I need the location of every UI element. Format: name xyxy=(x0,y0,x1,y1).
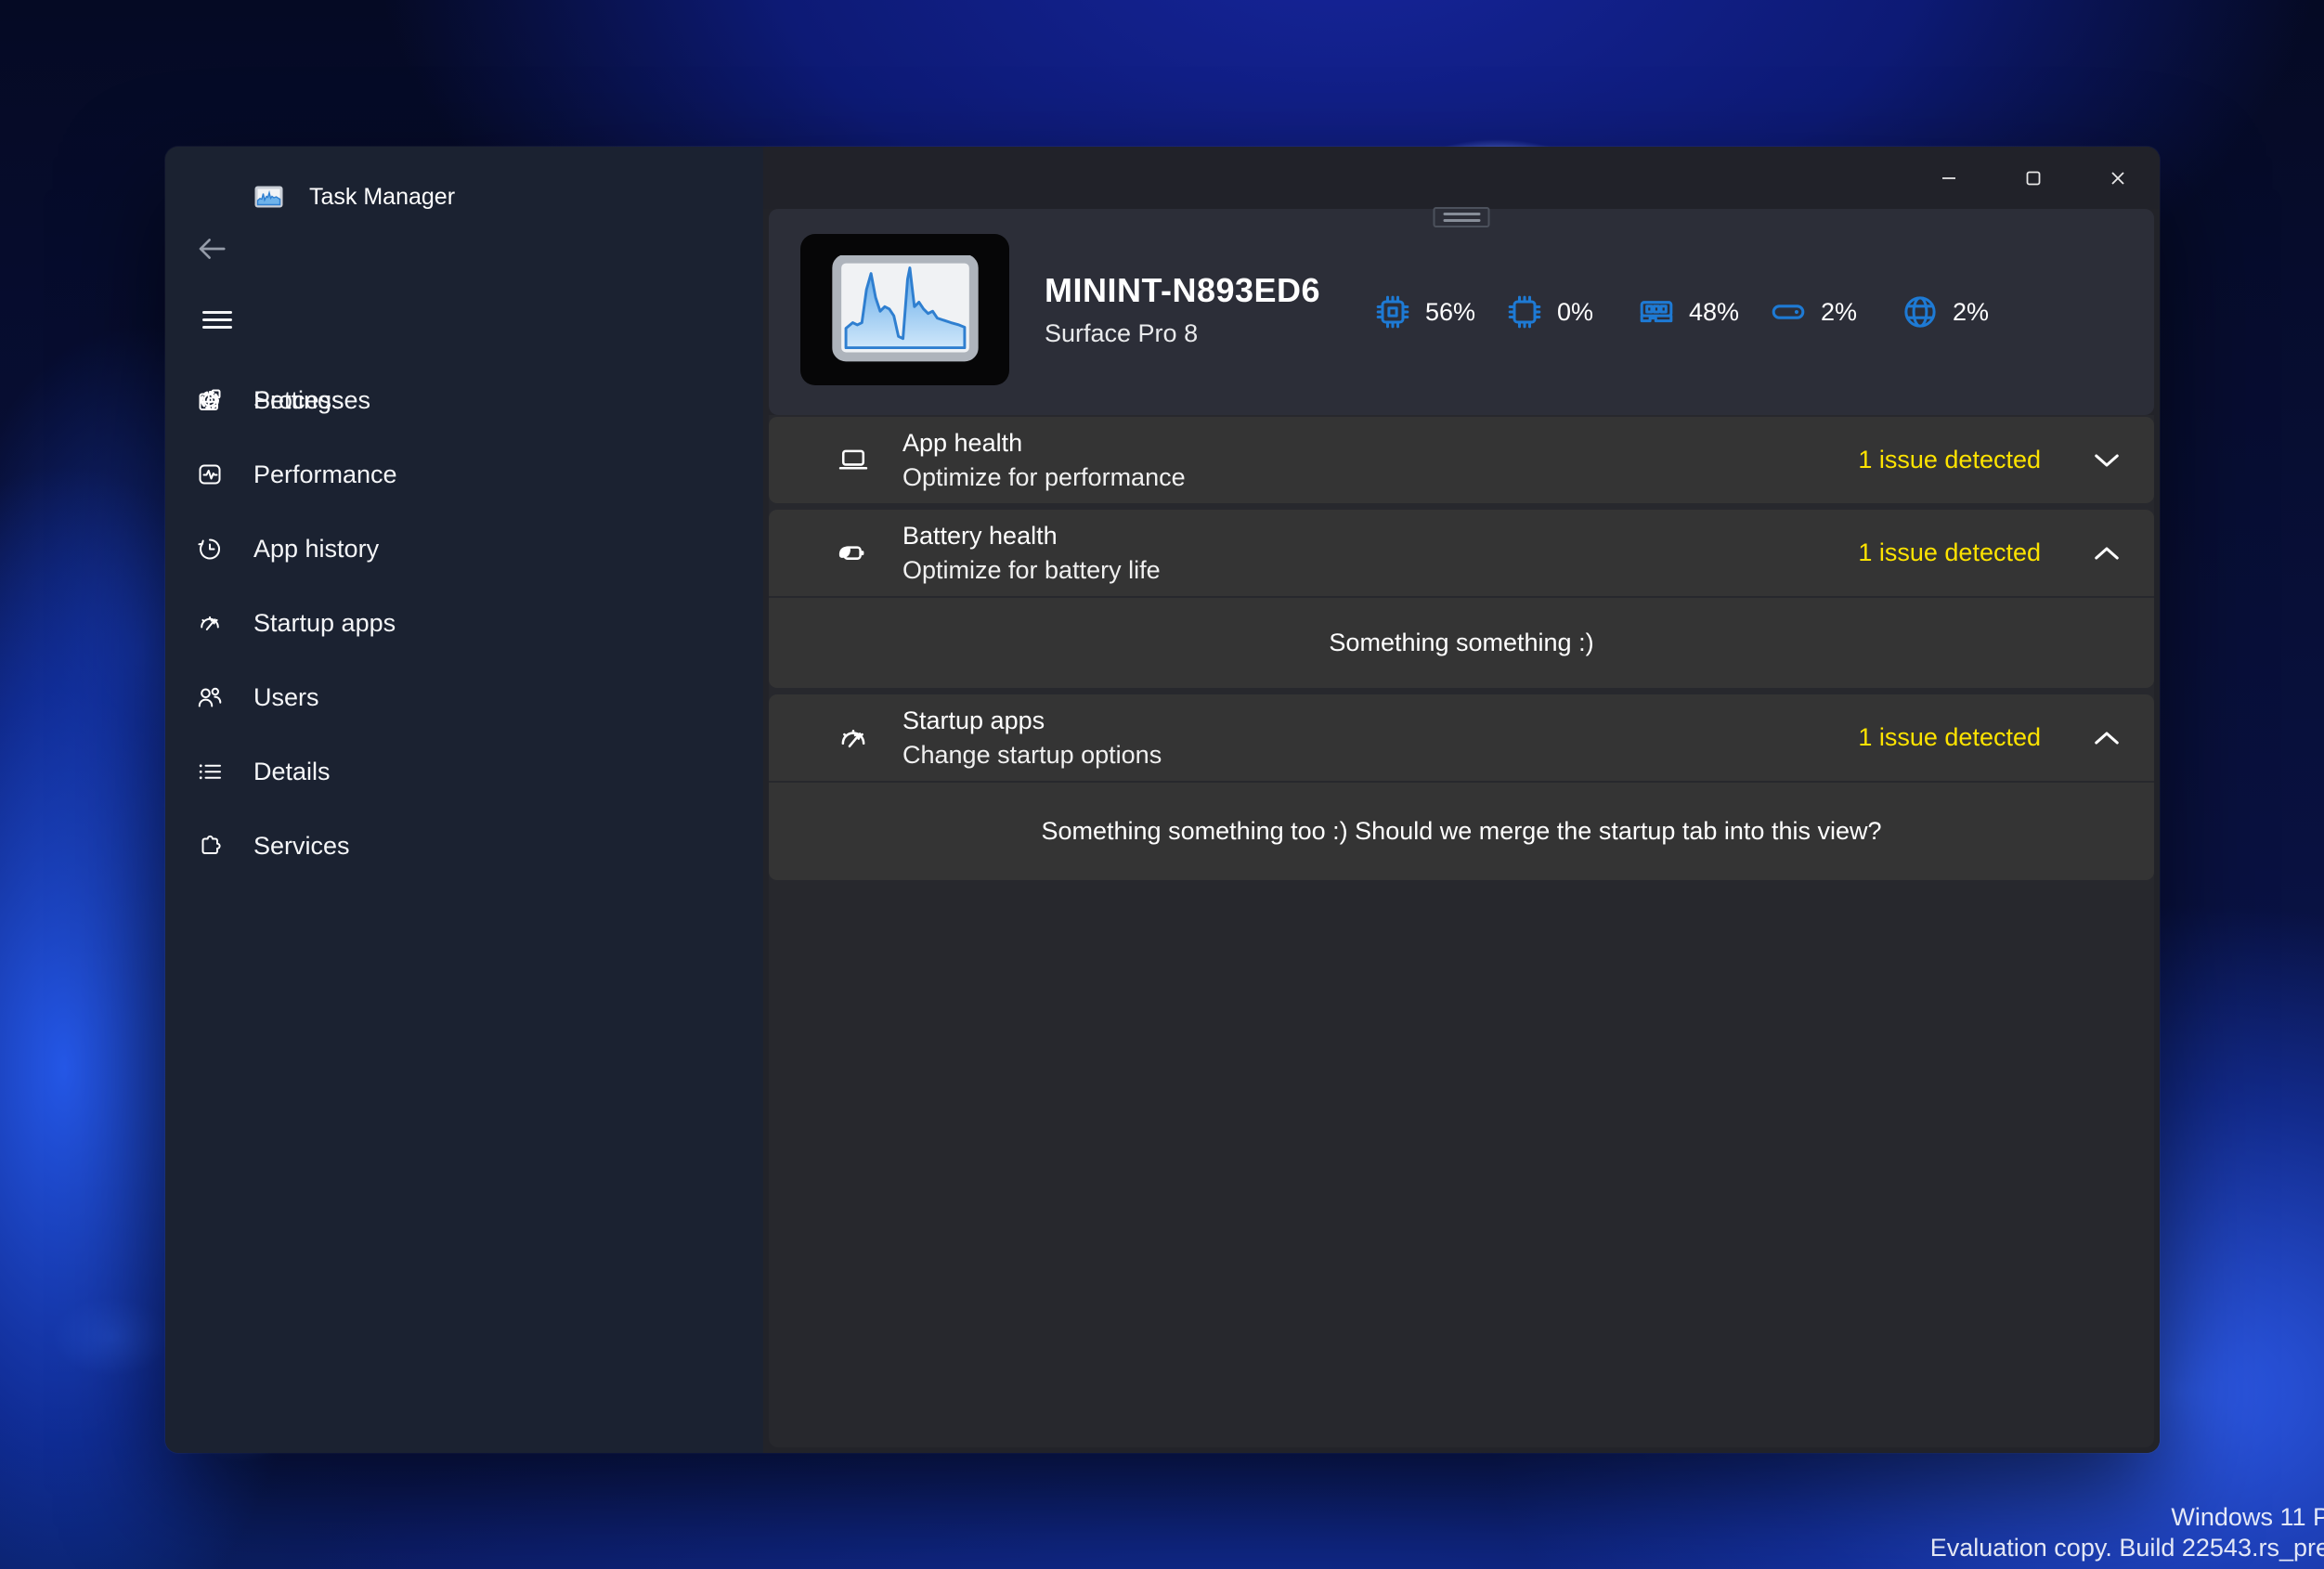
chevron-up-icon[interactable] xyxy=(2093,545,2121,562)
task-manager-window: Task Manager xyxy=(165,147,2160,1453)
close-button[interactable] xyxy=(2075,147,2160,209)
resource-stats: 56% 0% xyxy=(1372,209,2032,415)
battery-saver-icon xyxy=(836,536,871,571)
battery-health-detail: Something something :) xyxy=(769,596,2154,688)
gpu-stat: 0% xyxy=(1504,292,1636,332)
startup-apps-card: Startup apps Change startup options 1 is… xyxy=(769,694,2154,880)
card-right: 1 issue detected xyxy=(1858,510,2121,596)
device-text: MININT-N893ED6 Surface Pro 8 xyxy=(1045,271,1320,348)
battery-health-card: Battery health Optimize for battery life… xyxy=(769,510,2154,688)
sidebar-item-settings[interactable]: Settings xyxy=(165,363,763,437)
cpu-stat: 56% xyxy=(1372,292,1504,332)
health-page: App health Optimize for performance 1 is… xyxy=(769,415,2154,1447)
gpu-icon xyxy=(1504,292,1545,332)
battery-health-header[interactable]: Battery health Optimize for battery life… xyxy=(769,510,2154,596)
hamburger-menu-icon[interactable] xyxy=(202,311,232,333)
watermark-line2: Evaluation copy. Build 22543.rs_pre xyxy=(1930,1533,2324,1563)
card-title: App health xyxy=(902,426,1186,460)
app-health-header[interactable]: App health Optimize for performance 1 is… xyxy=(769,417,2154,503)
task-manager-graph-icon xyxy=(831,255,980,365)
evaluation-watermark: Windows 11 P Evaluation copy. Build 2254… xyxy=(1930,1502,2324,1563)
laptop-icon xyxy=(836,443,871,478)
maximize-button[interactable] xyxy=(1991,147,2075,209)
card-title: Startup apps xyxy=(902,704,1162,738)
startup-apps-header[interactable]: Startup apps Change startup options 1 is… xyxy=(769,694,2154,781)
device-header: MININT-N893ED6 Surface Pro 8 xyxy=(769,209,2154,415)
cpu-value: 56% xyxy=(1425,298,1475,327)
close-icon xyxy=(2110,171,2125,186)
network-value: 2% xyxy=(1953,298,1989,327)
memory-stat: 48% xyxy=(1636,292,1768,332)
gear-icon xyxy=(196,386,224,414)
battery-health-detail-text: Something something :) xyxy=(1329,629,1593,657)
device-row: MININT-N893ED6 Surface Pro 8 xyxy=(800,234,1320,385)
sidebar: Task Manager xyxy=(165,147,763,1453)
back-arrow-icon[interactable] xyxy=(195,232,228,266)
startup-gauge-icon xyxy=(836,720,871,756)
app-brand: Task Manager xyxy=(253,184,455,211)
startup-apps-detail: Something something too :) Should we mer… xyxy=(769,781,2154,880)
issue-status-badge: 1 issue detected xyxy=(1858,538,2041,567)
window-controls xyxy=(1906,147,2160,209)
app-title: Task Manager xyxy=(309,184,455,211)
issue-status-badge: 1 issue detected xyxy=(1858,723,2041,752)
card-text: Startup apps Change startup options xyxy=(902,704,1162,772)
task-manager-logo-icon xyxy=(253,185,284,210)
titlebar[interactable] xyxy=(763,147,2160,209)
startup-apps-detail-text: Something something too :) Should we mer… xyxy=(1041,817,1881,846)
disk-icon xyxy=(1768,292,1809,332)
card-title: Battery health xyxy=(902,519,1161,553)
card-subtitle: Optimize for performance xyxy=(902,460,1186,495)
card-subtitle: Change startup options xyxy=(902,738,1162,772)
card-subtitle: Optimize for battery life xyxy=(902,553,1161,588)
card-right: 1 issue detected xyxy=(1858,417,2121,503)
sidebar-item-label: Settings xyxy=(253,386,344,415)
drag-handle[interactable] xyxy=(1434,207,1490,227)
card-right: 1 issue detected xyxy=(1858,694,2121,781)
cpu-icon xyxy=(1372,292,1413,332)
desktop: Task Manager xyxy=(0,0,2324,1569)
network-globe-icon xyxy=(1900,292,1941,332)
chevron-down-icon[interactable] xyxy=(2093,452,2121,469)
issue-status-badge: 1 issue detected xyxy=(1858,446,2041,474)
card-text: Battery health Optimize for battery life xyxy=(902,519,1161,588)
network-stat: 2% xyxy=(1900,292,2032,332)
device-thumbnail xyxy=(800,234,1009,385)
app-health-card: App health Optimize for performance 1 is… xyxy=(769,417,2154,503)
card-text: App health Optimize for performance xyxy=(902,426,1186,495)
main-area: MININT-N893ED6 Surface Pro 8 xyxy=(763,147,2160,1453)
maximize-icon xyxy=(2026,171,2041,186)
sidebar-settings: Settings xyxy=(165,363,763,1436)
memory-value: 48% xyxy=(1689,298,1739,327)
disk-value: 2% xyxy=(1821,298,1857,327)
device-model: Surface Pro 8 xyxy=(1045,319,1320,348)
memory-icon xyxy=(1636,292,1677,332)
minimize-icon xyxy=(1941,171,1956,186)
watermark-line1: Windows 11 P xyxy=(1930,1502,2324,1533)
gpu-value: 0% xyxy=(1557,298,1593,327)
minimize-button[interactable] xyxy=(1906,147,1991,209)
device-name: MININT-N893ED6 xyxy=(1045,271,1320,310)
chevron-up-icon[interactable] xyxy=(2093,730,2121,746)
disk-stat: 2% xyxy=(1768,292,1900,332)
